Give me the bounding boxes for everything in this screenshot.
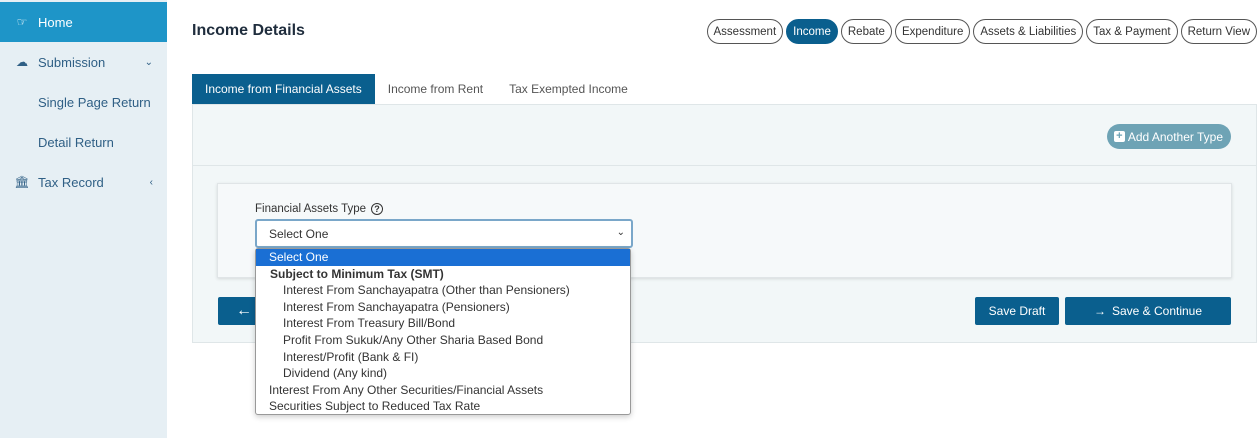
step-income[interactable]: Income <box>786 19 838 44</box>
step-assets-liabilities[interactable]: Assets & Liabilities <box>973 19 1084 44</box>
dropdown-option[interactable]: Interest From Any Other Securities/Finan… <box>256 382 630 399</box>
tab-rent[interactable]: Income from Rent <box>375 74 496 104</box>
add-button-label: Add Another Type <box>1127 129 1223 144</box>
add-another-type-button[interactable]: + Add Another Type <box>1106 124 1231 149</box>
tab-financial-assets[interactable]: Income from Financial Assets <box>192 74 375 104</box>
dropdown-option[interactable]: Dividend (Any kind) <box>256 365 630 382</box>
question-icon[interactable]: ? <box>371 203 384 215</box>
sidebar-item-single-page-return[interactable]: Single Page Return <box>0 82 167 122</box>
sidebar-item-home[interactable]: ☞ Home <box>0 2 167 42</box>
select-value: Select One <box>269 226 329 241</box>
step-rebate[interactable]: Rebate <box>840 19 892 44</box>
page-title: Income Details <box>192 22 305 39</box>
cloud-upload-icon: ☁ <box>16 55 28 69</box>
field-label-text: Financial Assets Type <box>255 203 367 215</box>
plus-icon: + <box>1113 131 1125 142</box>
chevron-down-icon: ⌄ <box>616 227 625 238</box>
step-expenditure[interactable]: Expenditure <box>894 19 971 44</box>
dropdown-option[interactable]: Select One <box>256 249 630 266</box>
dropdown-option[interactable]: Profit From Sukuk/Any Other Sharia Based… <box>256 332 630 349</box>
sidebar-item-detail-return[interactable]: Detail Return <box>0 122 167 162</box>
hand-point-icon: ☞ <box>16 15 28 29</box>
sidebar-item-label: Detail Return <box>38 134 114 150</box>
step-return-view[interactable]: Return View <box>1180 19 1257 44</box>
tab-tax-exempted[interactable]: Tax Exempted Income <box>496 74 641 104</box>
chevron-left-icon: ‹ <box>149 176 153 188</box>
sidebar: ☞ Home ☁ Submission ⌄ Single Page Return… <box>0 0 167 438</box>
arrow-left-icon: ← <box>236 302 252 319</box>
dropdown-optgroup: Subject to Minimum Tax (SMT) <box>270 266 444 281</box>
financial-assets-type-select[interactable]: Select One ⌄ <box>255 219 633 248</box>
chevron-down-icon: ⌄ <box>144 56 153 68</box>
sidebar-item-tax-record[interactable]: 🏛 Tax Record ‹ <box>0 162 167 202</box>
sidebar-item-label: Tax Record <box>38 174 104 190</box>
dropdown-option[interactable]: Interest/Profit (Bank & FI) <box>256 349 630 366</box>
step-assessment[interactable]: Assessment <box>706 19 784 44</box>
save-continue-button[interactable]: → Save & Continue <box>1065 297 1231 325</box>
sidebar-item-label: Home <box>38 14 73 30</box>
financial-assets-type-dropdown: Select One Subject to Minimum Tax (SMT) … <box>255 248 631 415</box>
step-nav: Assessment Income Rebate Expenditure Ass… <box>706 19 1257 44</box>
save-draft-button[interactable]: Save Draft <box>975 297 1059 325</box>
sidebar-item-label: Single Page Return <box>38 94 151 110</box>
dropdown-option[interactable]: Interest From Sanchayapatra (Pensioners) <box>256 299 630 316</box>
dropdown-option[interactable]: Interest From Treasury Bill/Bond <box>256 315 630 332</box>
arrow-right-icon: → <box>1093 304 1106 318</box>
sidebar-item-label: Submission <box>38 54 106 70</box>
bank-icon: 🏛 <box>14 175 30 189</box>
dropdown-option[interactable]: Securities Subject to Reduced Tax Rate <box>256 398 630 415</box>
income-tabs: Income from Financial Assets Income from… <box>192 74 641 104</box>
sidebar-item-submission[interactable]: ☁ Submission ⌄ <box>0 42 167 82</box>
card-header: + Add Another Type <box>192 104 1257 166</box>
financial-assets-type-label: Financial Assets Type ? <box>255 203 384 215</box>
step-tax-payment[interactable]: Tax & Payment <box>1086 19 1178 44</box>
save-continue-label: Save & Continue <box>1111 304 1203 318</box>
dropdown-option[interactable]: Interest From Sanchayapatra (Other than … <box>256 282 630 299</box>
